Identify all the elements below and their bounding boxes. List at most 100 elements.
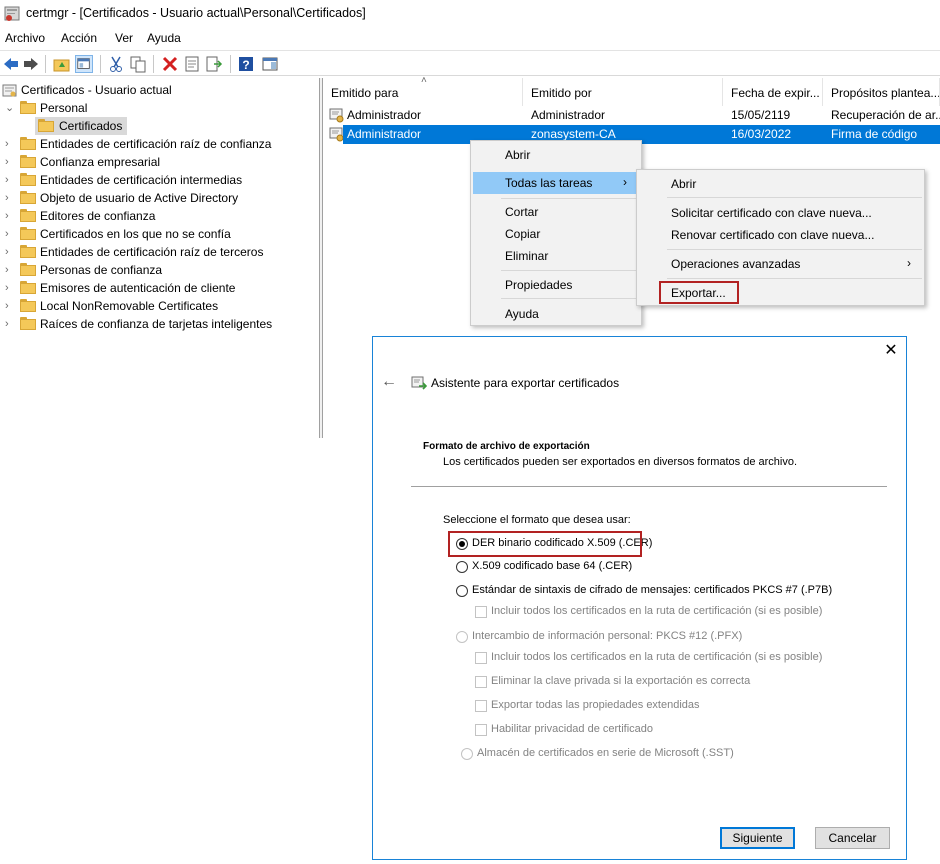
- menu-archivo[interactable]: Archivo: [5, 31, 45, 45]
- folder-icon: [20, 137, 36, 150]
- tree-item[interactable]: › Editores de confianza: [0, 207, 320, 225]
- tree-item[interactable]: › Local NonRemovable Certificates: [0, 297, 320, 315]
- checkbox[interactable]: [475, 724, 487, 736]
- menu-separator: [667, 197, 922, 198]
- column-fecha-expiracion[interactable]: Fecha de expir...: [723, 78, 823, 106]
- export-list-icon[interactable]: [205, 55, 223, 73]
- tree-item-certificados[interactable]: Certificados: [35, 117, 127, 135]
- menu-item-propiedades[interactable]: Propiedades: [473, 274, 639, 296]
- window-title: certmgr - [Certificados - Usuario actual…: [26, 6, 366, 20]
- tree-item[interactable]: › Raíces de confianza de tarjetas intelig…: [0, 315, 320, 333]
- tree-label: Raíces de confianza de tarjetas intelige…: [40, 317, 273, 331]
- menu-separator: [667, 249, 922, 250]
- tree-item[interactable]: › Emisores de autenticación de cliente: [0, 279, 320, 297]
- action-pane-icon[interactable]: [261, 55, 279, 73]
- menu-item-copiar[interactable]: Copiar: [473, 223, 639, 245]
- chevron-right-icon[interactable]: ›: [5, 247, 15, 258]
- tree-item[interactable]: › Confianza empresarial: [0, 153, 320, 171]
- radio-button[interactable]: [456, 585, 468, 597]
- chevron-right-icon[interactable]: ›: [5, 175, 15, 186]
- chevron-right-icon[interactable]: ›: [5, 211, 15, 222]
- cancel-button[interactable]: Cancelar: [815, 827, 890, 849]
- folder-icon: [20, 263, 36, 276]
- forward-icon[interactable]: [22, 55, 40, 73]
- chevron-right-icon[interactable]: ›: [5, 157, 15, 168]
- tree-label: Local NonRemovable Certificates: [40, 299, 219, 313]
- next-button[interactable]: Siguiente: [720, 827, 795, 849]
- certmgr-app-icon: [4, 6, 20, 21]
- dialog-title: Asistente para exportar certificados: [431, 376, 620, 390]
- tree-label: Entidades de certificación raíz de terce…: [40, 245, 264, 259]
- tree-item-personal[interactable]: ⌄ Personal: [0, 99, 320, 117]
- checkbox[interactable]: [475, 676, 487, 688]
- cut-icon[interactable]: [107, 55, 125, 73]
- chevron-right-icon[interactable]: ›: [5, 229, 15, 240]
- option-label: Intercambio de información personal: PKC…: [472, 630, 743, 642]
- back-arrow-icon[interactable]: ←: [381, 373, 397, 391]
- tree-item[interactable]: › Entidades de certificación raíz de conf…: [0, 135, 320, 153]
- certificate-wizard-icon: [411, 376, 427, 390]
- chevron-down-icon[interactable]: ⌄: [5, 103, 15, 114]
- column-propositos[interactable]: Propósitos plantea...: [823, 78, 940, 106]
- copy-icon[interactable]: [129, 55, 147, 73]
- tree-label: Certificados: [59, 119, 123, 133]
- menu-item-eliminar[interactable]: Eliminar: [473, 245, 639, 267]
- tree-label: Certificados en los que no se confía: [40, 227, 231, 241]
- chevron-right-icon[interactable]: ›: [5, 265, 15, 276]
- menu-separator: [667, 278, 922, 279]
- tree-item[interactable]: › Personas de confianza: [0, 261, 320, 279]
- help-icon[interactable]: ?: [237, 55, 255, 73]
- option-label: Eliminar la clave privada si la exportac…: [491, 675, 751, 687]
- cell-emitido-para: Administrador: [347, 108, 422, 122]
- toolbar-separator: [153, 55, 154, 73]
- annotation-highlight-box: [659, 281, 739, 304]
- menu-separator: [501, 298, 639, 299]
- back-icon[interactable]: [2, 55, 20, 73]
- checkbox[interactable]: [475, 606, 487, 618]
- delete-icon[interactable]: [161, 55, 179, 73]
- tree-label: Objeto de usuario de Active Directory: [40, 191, 239, 205]
- section-title: Formato de archivo de exportación: [423, 441, 590, 452]
- menu-ver[interactable]: Ver: [115, 31, 133, 45]
- tree-item-root[interactable]: Certificados - Usuario actual: [0, 81, 320, 99]
- tree-item[interactable]: › Entidades de certificación raíz de terc…: [0, 243, 320, 261]
- menu-item-ayuda[interactable]: Ayuda: [473, 303, 639, 325]
- submenu-item-renovar[interactable]: Renovar certificado con clave nueva...: [639, 224, 922, 246]
- checkbox[interactable]: [475, 652, 487, 664]
- show-hide-tree-icon[interactable]: [75, 55, 93, 73]
- submenu-item-operaciones-avanzadas[interactable]: Operaciones avanzadas: [639, 253, 922, 275]
- folder-icon: [20, 155, 36, 168]
- cell-propositos: Recuperación de ar...: [831, 108, 940, 122]
- chevron-right-icon[interactable]: ›: [5, 319, 15, 330]
- close-icon[interactable]: ✕: [883, 343, 899, 359]
- chevron-right-icon: ›: [623, 175, 627, 189]
- menu-item-todas-las-tareas[interactable]: Todas las tareas: [473, 172, 639, 194]
- chevron-right-icon[interactable]: ›: [5, 283, 15, 294]
- menu-item-abrir[interactable]: Abrir: [473, 144, 639, 166]
- menu-item-cortar[interactable]: Cortar: [473, 201, 639, 223]
- up-folder-icon[interactable]: [53, 55, 71, 73]
- cell-fecha: 15/05/2119: [731, 108, 791, 122]
- option-label: Habilitar privacidad de certificado: [491, 723, 654, 735]
- option-label: Incluir todos los certificados en la rut…: [491, 651, 823, 663]
- table-row[interactable]: Administrador Administrador 15/05/2119 R…: [323, 106, 940, 125]
- toolbar-separator: [45, 55, 46, 73]
- checkbox[interactable]: [475, 700, 487, 712]
- chevron-right-icon[interactable]: ›: [5, 301, 15, 312]
- submenu-item-solicitar[interactable]: Solicitar certificado con clave nueva...: [639, 202, 922, 224]
- radio-button-disabled: [461, 748, 473, 760]
- tree-item[interactable]: › Certificados en los que no se confía: [0, 225, 320, 243]
- radio-button[interactable]: [456, 561, 468, 573]
- properties-icon[interactable]: [183, 55, 201, 73]
- chevron-right-icon[interactable]: ›: [5, 139, 15, 150]
- option-label: X.509 codificado base 64 (.CER): [472, 560, 633, 572]
- chevron-right-icon[interactable]: ›: [5, 193, 15, 204]
- submenu-item-abrir[interactable]: Abrir: [639, 173, 922, 195]
- tree-label: Personas de confianza: [40, 263, 163, 277]
- tree-item[interactable]: › Objeto de usuario de Active Directory: [0, 189, 320, 207]
- menu-ayuda[interactable]: Ayuda: [147, 31, 181, 45]
- menu-accion[interactable]: Acción: [61, 31, 97, 45]
- tree-item[interactable]: › Entidades de certificación intermedias: [0, 171, 320, 189]
- column-emitido-por[interactable]: Emitido por: [523, 78, 723, 106]
- title-bar: certmgr - [Certificados - Usuario actual…: [0, 0, 940, 28]
